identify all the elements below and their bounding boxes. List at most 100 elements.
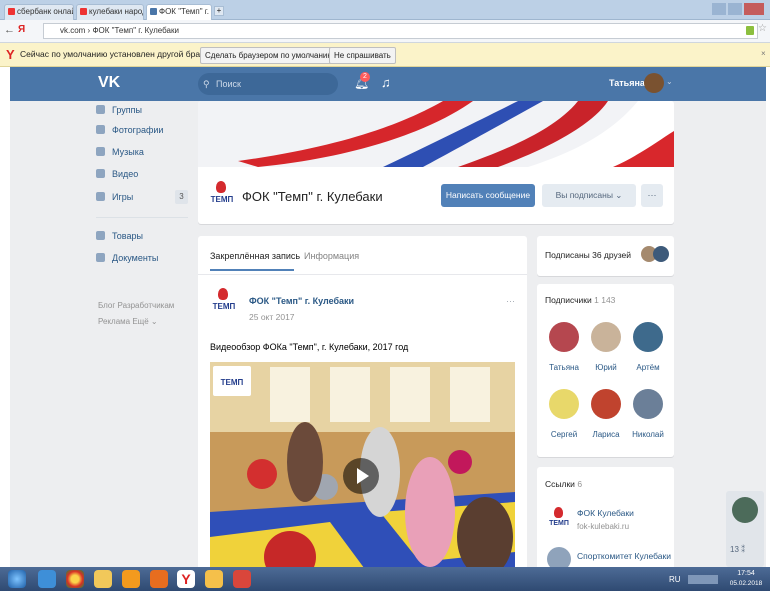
post-author-avatar[interactable]: ТЕМП xyxy=(210,288,238,318)
watermark-text: ТЕМП xyxy=(220,378,244,387)
play-icon xyxy=(357,468,369,484)
link-logo[interactable]: ТЕМП xyxy=(547,507,571,535)
sidebar-item-documents[interactable]: Документы xyxy=(96,249,158,267)
flame-icon xyxy=(218,288,228,300)
sidebar-item-goods[interactable]: Товары xyxy=(96,227,143,245)
search-input[interactable]: ⚲ Поиск xyxy=(198,73,338,95)
tab-kulebaki[interactable]: кулебаки народ xyxy=(76,4,144,20)
follower-name[interactable]: Сергей xyxy=(542,430,586,439)
language-indicator[interactable]: RU xyxy=(669,575,681,584)
follower-avatar[interactable] xyxy=(633,322,663,352)
follower-avatar[interactable] xyxy=(591,322,621,352)
video-player[interactable]: ТЕМП xyxy=(210,362,515,567)
active-tab-underline xyxy=(210,269,294,271)
yandex-y-icon: Y xyxy=(6,47,15,62)
close-window-button[interactable] xyxy=(744,3,764,15)
folder-icon[interactable] xyxy=(94,570,112,588)
group-name: ФОК "Темп" г. Кулебаки xyxy=(242,189,383,204)
post-date[interactable]: 25 окт 2017 xyxy=(249,312,295,322)
follower-name[interactable]: Артём xyxy=(626,363,670,372)
maximize-button[interactable] xyxy=(728,3,742,15)
chevron-down-icon[interactable]: ⌄ xyxy=(666,77,673,86)
yandex-icon xyxy=(8,8,15,15)
music-icon[interactable]: ♫ xyxy=(381,75,391,90)
minimize-button[interactable] xyxy=(712,3,726,15)
link-title[interactable]: ФОК Кулебаки xyxy=(577,508,634,518)
clock-time[interactable]: 17:54 xyxy=(726,570,766,577)
media-player-icon[interactable] xyxy=(122,570,140,588)
star-icon[interactable]: ☆ xyxy=(758,23,767,34)
tab-sberbank[interactable]: сбербанк онлайн xyxy=(4,4,74,20)
user-name[interactable]: Татьяна xyxy=(609,78,645,88)
tab-information[interactable]: Информация xyxy=(304,251,359,261)
followers-card: Подписчики 1 143 Татьяна Юрий Артём Серг… xyxy=(537,284,674,457)
search-icon: ⚲ xyxy=(203,79,210,89)
group-header-card: ТЕМП ФОК "Темп" г. Кулебаки Написать соо… xyxy=(198,101,674,224)
widget-avatar xyxy=(732,497,758,523)
link-title[interactable]: Спорткомитет Кулебаки xyxy=(577,551,671,561)
friends-subscribed-label: Подписаны 36 друзей xyxy=(545,250,632,260)
sidebar-item-music[interactable]: Музыка xyxy=(96,143,144,161)
footer-links-1[interactable]: Блог Разработчикам xyxy=(98,301,174,310)
paint-icon[interactable] xyxy=(205,570,223,588)
tabs-divider xyxy=(198,274,527,275)
flame-icon xyxy=(554,507,563,518)
protect-icon[interactable] xyxy=(746,26,754,35)
more-actions-button[interactable]: ··· xyxy=(641,184,663,207)
followers-header[interactable]: Подписчики 1 143 xyxy=(545,295,615,305)
follower-name[interactable]: Юрий xyxy=(584,363,628,372)
follower-avatar[interactable] xyxy=(549,389,579,419)
new-tab-button[interactable]: + xyxy=(214,6,224,16)
camera-icon xyxy=(96,125,105,134)
tab-pinned-post[interactable]: Закреплённая запись xyxy=(210,251,300,261)
clock-date[interactable]: 05.02.2018 xyxy=(726,580,766,587)
floating-widget[interactable]: 13 ⁑ xyxy=(726,491,764,567)
links-card: Ссылки 6 ТЕМП ФОК Кулебаки fok-kulebaki.… xyxy=(537,467,674,567)
post-author-name[interactable]: ФОК "Темп" г. Кулебаки xyxy=(249,296,354,306)
vk-logo-icon[interactable]: VK xyxy=(98,74,120,92)
address-bar-row: ← Я vk.com › ФОК "Темп" г. Кулебаки ☆ xyxy=(0,20,770,43)
subscribed-button[interactable]: Вы подписаны ⌄ xyxy=(542,184,636,207)
play-button[interactable] xyxy=(343,458,379,494)
tray-icons[interactable] xyxy=(688,575,718,584)
chrome-icon[interactable] xyxy=(66,570,84,588)
back-arrow-icon[interactable]: ← xyxy=(4,24,15,36)
gamepad-icon xyxy=(96,192,105,201)
yandex-browser-icon[interactable]: Y xyxy=(177,570,195,588)
follower-avatar[interactable] xyxy=(633,389,663,419)
follower-name[interactable]: Николай xyxy=(626,430,670,439)
start-button-icon[interactable] xyxy=(8,570,26,588)
widget-count: 13 ⁑ xyxy=(730,545,746,554)
ie-icon[interactable] xyxy=(38,570,56,588)
url-field[interactable]: vk.com › ФОК "Темп" г. Кулебаки xyxy=(43,23,758,39)
yandex-logo-icon[interactable]: Я xyxy=(18,24,28,36)
sidebar-item-video[interactable]: Видео xyxy=(96,165,138,183)
presentation-icon[interactable] xyxy=(233,570,251,588)
sidebar-item-games[interactable]: Игры 3 xyxy=(96,188,188,206)
user-avatar[interactable] xyxy=(644,73,664,93)
follower-name[interactable]: Татьяна xyxy=(542,363,586,372)
follower-avatar[interactable] xyxy=(549,322,579,352)
follower-avatar[interactable] xyxy=(591,389,621,419)
subscribed-friends-card[interactable]: Подписаны 36 друзей xyxy=(537,236,674,276)
close-infobar-icon[interactable]: × xyxy=(761,49,766,58)
infobar-text: Сейчас по умолчанию установлен другой бр… xyxy=(20,49,220,59)
vk-header: VK ⚲ Поиск 🔔︎ 2 ♫ Татьяна ⌄ xyxy=(10,67,766,101)
link-logo[interactable] xyxy=(547,547,571,567)
dont-ask-button[interactable]: Не спрашивать xyxy=(329,47,396,64)
follower-name[interactable]: Лариса xyxy=(584,430,628,439)
tab-vk-active[interactable]: ФОК "Темп" г. Ку × xyxy=(146,4,212,20)
default-browser-infobar: Y Сейчас по умолчанию установлен другой … xyxy=(0,43,770,67)
write-message-button[interactable]: Написать сообщение xyxy=(441,184,535,207)
links-header[interactable]: Ссылки 6 xyxy=(545,479,582,489)
footer-links-2[interactable]: Реклама Ещё ⌄ xyxy=(98,317,158,326)
post-more-button[interactable]: ··· xyxy=(506,296,515,306)
friend-avatar xyxy=(653,246,669,262)
group-logo[interactable]: ТЕМП xyxy=(208,181,236,211)
link-url[interactable]: fok-kulebaki.ru xyxy=(577,522,629,531)
firefox-icon[interactable] xyxy=(150,570,168,588)
sidebar-item-groups[interactable]: Группы xyxy=(96,101,142,119)
cover-image xyxy=(198,101,674,167)
sidebar-item-photos[interactable]: Фотографии xyxy=(96,121,163,139)
make-default-button[interactable]: Сделать браузером по умолчанию xyxy=(200,47,339,64)
